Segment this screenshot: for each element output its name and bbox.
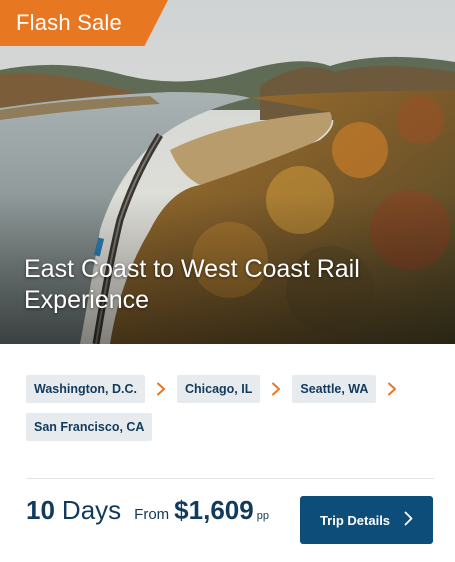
chevron-right-icon xyxy=(260,375,292,403)
divider xyxy=(26,478,434,479)
route-stop-san-francisco: San Francisco, CA xyxy=(26,413,153,441)
chevron-right-icon xyxy=(404,511,413,529)
from-label: From xyxy=(134,506,170,523)
trip-details-button[interactable]: Trip Details xyxy=(300,496,433,544)
route-stop-chicago: Chicago, IL xyxy=(177,375,261,403)
days-number: 10 xyxy=(26,495,55,525)
flash-sale-badge: Flash Sale xyxy=(0,0,168,46)
route-stop-washington: Washington, D.C. xyxy=(26,375,145,403)
trip-details-label: Trip Details xyxy=(319,512,391,528)
chevron-right-icon xyxy=(145,375,177,403)
price-value: $1,609 xyxy=(174,495,254,525)
hero-image[interactable]: Flash Sale East Coast to West Coast Rail… xyxy=(0,0,455,344)
chevron-right-icon xyxy=(376,375,408,403)
route-stop-seattle: Seattle, WA xyxy=(292,375,377,403)
trip-title[interactable]: East Coast to West Coast Rail Experience xyxy=(24,254,424,316)
trip-summary: 10 Days From $1,609 pp xyxy=(26,495,269,531)
trip-card[interactable]: Flash Sale East Coast to West Coast Rail… xyxy=(0,0,455,562)
price-unit: pp xyxy=(256,510,269,522)
days-label: Days xyxy=(61,495,122,525)
route-stops: Washington, D.C. Chicago, IL Seattle, WA… xyxy=(26,375,436,441)
